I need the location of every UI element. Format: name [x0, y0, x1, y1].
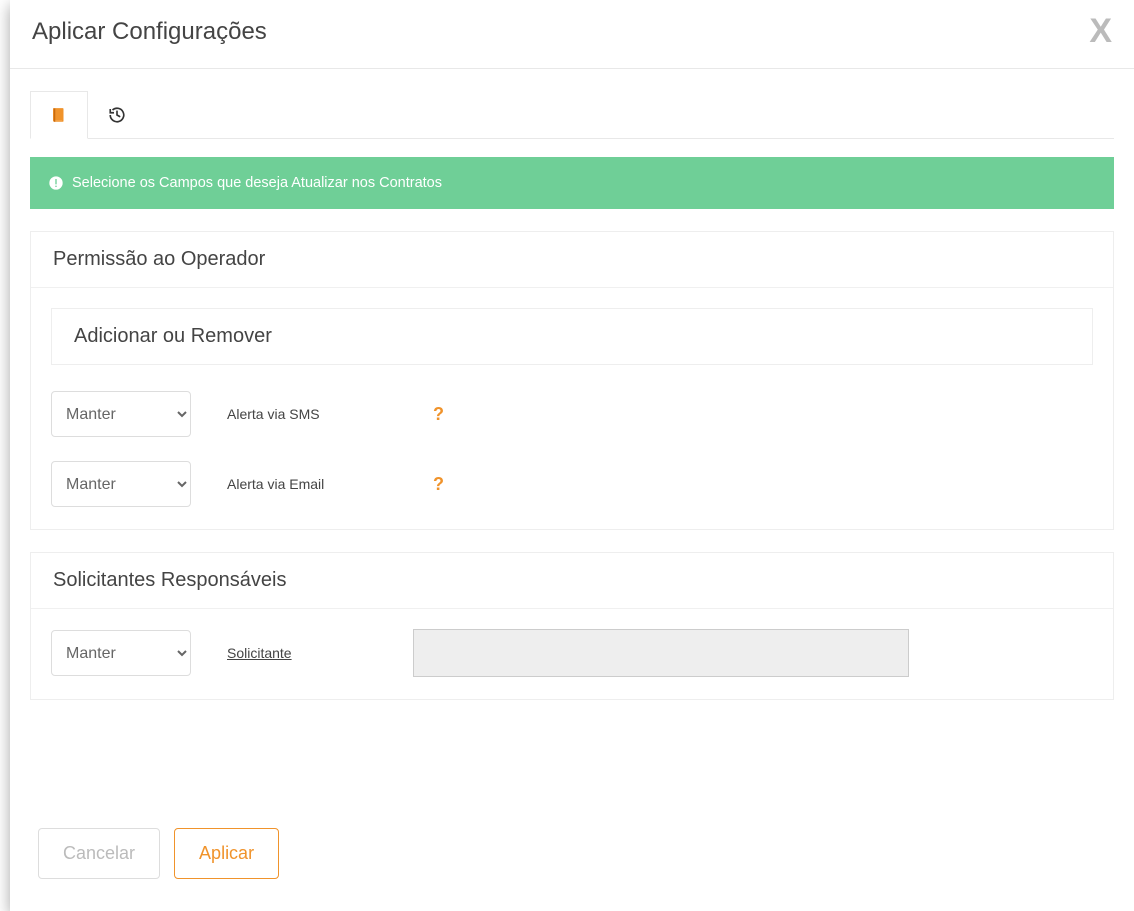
help-icon[interactable]: ? — [433, 404, 444, 425]
select-solicitante[interactable]: Manter — [51, 630, 191, 676]
tab-history[interactable] — [88, 91, 146, 138]
panel-solicitantes: Solicitantes Responsáveis Manter Solicit… — [30, 552, 1114, 700]
alert-text: Selecione os Campos que deseja Atualizar… — [72, 175, 442, 191]
help-icon[interactable]: ? — [433, 474, 444, 495]
modal-header: Aplicar Configurações X — [10, 0, 1134, 69]
close-icon[interactable]: X — [1089, 14, 1112, 48]
modal-footer: Cancelar Aplicar — [10, 810, 1134, 911]
row-solicitante: Manter Solicitante — [51, 629, 1093, 677]
book-icon — [50, 106, 68, 124]
row-alerta-email: Manter Alerta via Email ? — [51, 461, 1093, 507]
cancel-button[interactable]: Cancelar — [38, 828, 160, 879]
modal-title: Aplicar Configurações — [32, 18, 267, 46]
panel-heading-solicitantes: Solicitantes Responsáveis — [31, 553, 1113, 609]
sub-heading-add-remove: Adicionar ou Remover — [51, 308, 1093, 365]
tab-main[interactable] — [30, 91, 88, 139]
tab-bar — [30, 91, 1114, 139]
solicitante-input[interactable] — [413, 629, 909, 677]
label-solicitante[interactable]: Solicitante — [227, 645, 377, 661]
select-alerta-sms[interactable]: Manter — [51, 391, 191, 437]
panel-heading-permissao: Permissão ao Operador — [31, 232, 1113, 288]
apply-settings-modal: Aplicar Configurações X — [10, 0, 1134, 911]
history-icon — [108, 106, 126, 124]
label-alerta-sms: Alerta via SMS — [227, 406, 377, 422]
info-alert: Selecione os Campos que deseja Atualizar… — [30, 157, 1114, 209]
modal-body: Selecione os Campos que deseja Atualizar… — [10, 69, 1134, 810]
panel-body-solicitantes: Manter Solicitante — [31, 609, 1113, 699]
apply-button[interactable]: Aplicar — [174, 828, 279, 879]
panel-permissao-operador: Permissão ao Operador Adicionar ou Remov… — [30, 231, 1114, 530]
label-alerta-email: Alerta via Email — [227, 476, 377, 492]
exclaim-icon — [48, 175, 64, 191]
row-alerta-sms: Manter Alerta via SMS ? — [51, 391, 1093, 437]
select-alerta-email[interactable]: Manter — [51, 461, 191, 507]
panel-body-permissao: Adicionar ou Remover Manter Alerta via S… — [31, 288, 1113, 529]
